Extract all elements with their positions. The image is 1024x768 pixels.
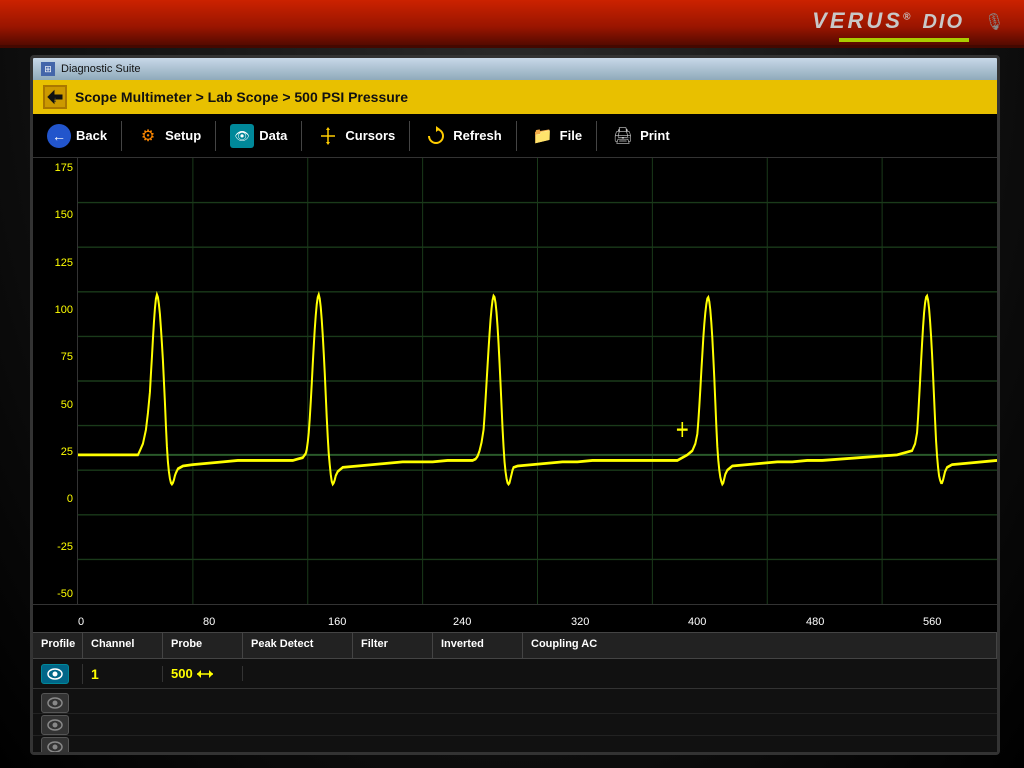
x-axis: 0 80 160 240 320 400 480 560 bbox=[33, 604, 997, 632]
eye-icon-inactive-4[interactable] bbox=[41, 737, 69, 755]
cursors-button[interactable]: Cursors bbox=[308, 120, 403, 152]
print-icon: 🖨 bbox=[611, 124, 635, 148]
x-label-0: 0 bbox=[78, 616, 84, 628]
file-label: File bbox=[560, 128, 582, 143]
setup-label: Setup bbox=[165, 128, 201, 143]
print-button[interactable]: 🖨 Print bbox=[603, 120, 678, 152]
x-label-160: 160 bbox=[328, 616, 346, 628]
y-label-125: 125 bbox=[37, 257, 73, 269]
model-name: DIO bbox=[922, 11, 964, 33]
x-label-80: 80 bbox=[203, 616, 215, 628]
svg-text:↕: ↕ bbox=[53, 95, 57, 104]
file-icon: 📁 bbox=[531, 124, 555, 148]
refresh-icon bbox=[424, 124, 448, 148]
y-label-25: 25 bbox=[37, 446, 73, 458]
table-row-1: 1 500 bbox=[33, 659, 997, 689]
back-button[interactable]: ← Back bbox=[39, 120, 115, 152]
separator-5 bbox=[516, 121, 517, 151]
col-header-filter: Filter bbox=[353, 633, 433, 658]
col-header-inverted: Inverted bbox=[433, 633, 523, 658]
channel-value: 1 bbox=[91, 666, 99, 682]
separator-3 bbox=[301, 121, 302, 151]
col-header-probe: Probe bbox=[163, 633, 243, 658]
y-label-neg25: -25 bbox=[37, 541, 73, 553]
y-label-100: 100 bbox=[37, 304, 73, 316]
logo-accent-line bbox=[839, 38, 969, 42]
row1-probe: 500 bbox=[163, 666, 243, 681]
breadcrumb-bar: ↕ Scope Multimeter > Lab Scope > 500 PSI… bbox=[33, 80, 997, 114]
waveform-svg: + bbox=[78, 158, 997, 604]
camera-icon: 🎙 bbox=[984, 12, 1004, 32]
separator-1 bbox=[121, 121, 122, 151]
data-button[interactable]: 👁 Data bbox=[222, 120, 295, 152]
device-logo: VERUS® DIO bbox=[812, 8, 964, 34]
data-table: Profile Channel Probe Peak Detect Filter… bbox=[33, 632, 997, 692]
eye-icon-inactive-2[interactable] bbox=[41, 693, 69, 713]
extra-channel-rows bbox=[33, 692, 997, 755]
y-label-75: 75 bbox=[37, 351, 73, 363]
y-axis: 175 150 125 100 75 50 25 0 -25 -50 bbox=[33, 158, 78, 604]
x-label-240: 240 bbox=[453, 616, 471, 628]
refresh-label: Refresh bbox=[453, 128, 501, 143]
trademark: ® bbox=[903, 12, 913, 23]
title-bar: ⊞ Diagnostic Suite bbox=[33, 58, 997, 80]
setup-button[interactable]: ⚙ Setup bbox=[128, 120, 209, 152]
y-label-150: 150 bbox=[37, 209, 73, 221]
col-header-coupling: Coupling AC bbox=[523, 633, 997, 658]
eye-icon-inactive-3[interactable] bbox=[41, 715, 69, 735]
cursors-label: Cursors bbox=[345, 128, 395, 143]
data-icon: 👁 bbox=[230, 124, 254, 148]
scope-canvas: + bbox=[78, 158, 997, 604]
x-label-480: 480 bbox=[806, 616, 824, 628]
row1-channel: 1 bbox=[83, 666, 163, 682]
y-label-175: 175 bbox=[37, 162, 73, 174]
separator-6 bbox=[596, 121, 597, 151]
refresh-button[interactable]: Refresh bbox=[416, 120, 509, 152]
col-header-channel: Channel bbox=[83, 633, 163, 658]
x-label-560: 560 bbox=[923, 616, 941, 628]
y-label-0: 0 bbox=[37, 493, 73, 505]
row1-profile-icon[interactable] bbox=[33, 664, 83, 684]
crosshair-symbol: + bbox=[676, 412, 689, 446]
probe-value: 500 bbox=[171, 666, 193, 681]
y-label-neg50: -50 bbox=[37, 588, 73, 600]
eye-icon-active[interactable] bbox=[41, 664, 69, 684]
y-label-50: 50 bbox=[37, 399, 73, 411]
x-label-320: 320 bbox=[571, 616, 589, 628]
channel-row-4 bbox=[33, 736, 997, 755]
back-icon: ← bbox=[47, 124, 71, 148]
channel-row-3 bbox=[33, 714, 997, 736]
x-label-400: 400 bbox=[688, 616, 706, 628]
col-header-peakdetect: Peak Detect bbox=[243, 633, 353, 658]
window-title: Diagnostic Suite bbox=[61, 63, 141, 75]
breadcrumb-icon: ↕ bbox=[43, 85, 67, 109]
toolbar: ← Back ⚙ Setup 👁 Data Cursors bbox=[33, 114, 997, 158]
separator-2 bbox=[215, 121, 216, 151]
table-header: Profile Channel Probe Peak Detect Filter… bbox=[33, 633, 997, 659]
col-header-profile: Profile bbox=[33, 633, 83, 658]
file-button[interactable]: 📁 File bbox=[523, 120, 590, 152]
setup-icon: ⚙ bbox=[136, 124, 160, 148]
app-icon: ⊞ bbox=[41, 62, 55, 76]
cursors-icon bbox=[316, 124, 340, 148]
breadcrumb-text: Scope Multimeter > Lab Scope > 500 PSI P… bbox=[75, 89, 408, 105]
back-label: Back bbox=[76, 128, 107, 143]
channel-row-2 bbox=[33, 692, 997, 714]
data-label: Data bbox=[259, 128, 287, 143]
main-screen: ⊞ Diagnostic Suite ↕ Scope Multimeter > … bbox=[30, 55, 1000, 755]
separator-4 bbox=[409, 121, 410, 151]
print-label: Print bbox=[640, 128, 670, 143]
brand-name: VERUS bbox=[812, 8, 903, 33]
device-top-bar: VERUS® DIO 🎙 bbox=[0, 0, 1024, 48]
